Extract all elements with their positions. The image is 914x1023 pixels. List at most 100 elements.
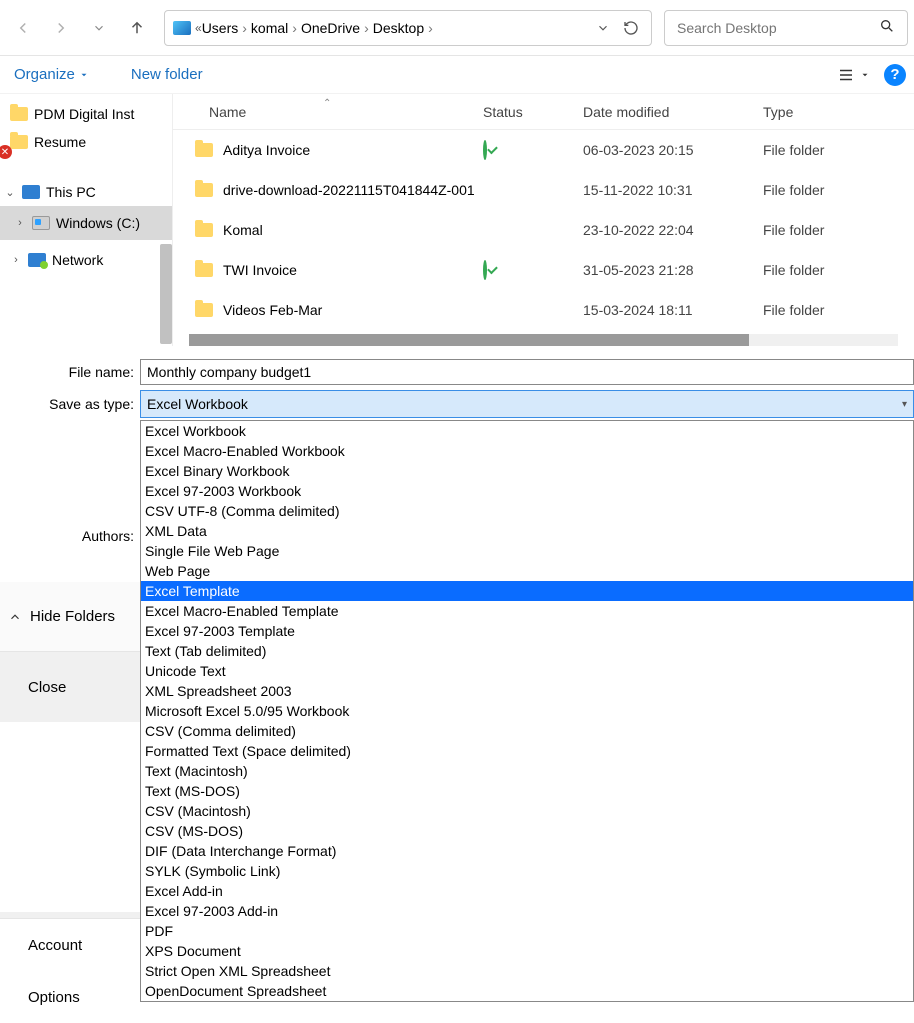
close-button[interactable]: Close	[0, 652, 140, 722]
column-header-status[interactable]: Status	[483, 104, 583, 120]
chevron-right-icon[interactable]: ›	[428, 20, 433, 36]
tree-scrollbar[interactable]	[160, 244, 172, 344]
combo-value: Excel Workbook	[147, 396, 248, 412]
horizontal-scrollbar[interactable]	[189, 334, 898, 346]
bottom-panel: Authors: Hide Folders Close Account Opti…	[0, 518, 140, 1023]
type-option[interactable]: Excel 97-2003 Add-in	[141, 901, 913, 921]
type-option[interactable]: XPS Document	[141, 941, 913, 961]
tree-item-windows-c[interactable]: › Windows (C:)	[0, 206, 172, 240]
file-row[interactable]: Komal23-10-2022 22:04File folder	[173, 210, 914, 250]
desktop-icon	[173, 21, 191, 35]
type-option[interactable]: Single File Web Page	[141, 541, 913, 561]
options-button[interactable]: Options	[0, 971, 140, 1023]
folder-icon	[10, 135, 28, 149]
type-option[interactable]: OpenDocument Spreadsheet	[141, 981, 913, 1001]
type-option[interactable]: Unicode Text	[141, 661, 913, 681]
chevron-right-icon[interactable]: ›	[242, 20, 247, 36]
file-name: Komal	[223, 222, 263, 238]
breadcrumb-item[interactable]: Users	[202, 20, 239, 36]
main-pane: PDM Digital Inst ✕ Resume ⌄ This PC › Wi…	[0, 94, 914, 346]
folder-icon	[195, 143, 213, 157]
tree-item-network[interactable]: › Network	[0, 246, 172, 274]
breadcrumb-item[interactable]: Desktop	[373, 20, 424, 36]
chevron-right-icon[interactable]: ›	[364, 20, 369, 36]
type-option[interactable]: CSV (MS-DOS)	[141, 821, 913, 841]
tree-item-label: Resume	[34, 134, 86, 150]
type-option[interactable]: XML Spreadsheet 2003	[141, 681, 913, 701]
new-folder-button[interactable]: New folder	[125, 62, 209, 87]
file-row[interactable]: TWI Invoice31-05-2023 21:28File folder	[173, 250, 914, 290]
type-option[interactable]: SYLK (Symbolic Link)	[141, 861, 913, 881]
type-option[interactable]: Excel 97-2003 Template	[141, 621, 913, 641]
folder-icon	[195, 263, 213, 277]
file-name-input[interactable]	[140, 359, 914, 385]
view-options-button[interactable]	[832, 61, 860, 89]
type-option[interactable]: CSV (Macintosh)	[141, 801, 913, 821]
file-type: File folder	[763, 302, 914, 318]
breadcrumb-item[interactable]: komal	[251, 20, 288, 36]
file-type: File folder	[763, 142, 914, 158]
type-option[interactable]: Formatted Text (Space delimited)	[141, 741, 913, 761]
tree-item-label: This PC	[46, 184, 96, 200]
authors-label: Authors:	[82, 528, 134, 544]
chevron-right-icon[interactable]: ›	[10, 254, 22, 266]
refresh-button[interactable]	[619, 16, 643, 40]
save-as-type-combo[interactable]: Excel Workbook ▾	[140, 390, 914, 418]
recent-locations-button[interactable]	[82, 11, 116, 45]
up-button[interactable]	[120, 11, 154, 45]
type-option[interactable]: Excel Add-in	[141, 881, 913, 901]
folder-icon	[195, 183, 213, 197]
type-option[interactable]: Strict Open XML Spreadsheet	[141, 961, 913, 981]
chevron-down-icon[interactable]	[860, 70, 870, 80]
save-as-type-dropdown[interactable]: Excel WorkbookExcel Macro-Enabled Workbo…	[140, 420, 914, 1002]
column-headers: ⌃ Name Status Date modified Type	[173, 94, 914, 130]
search-box[interactable]	[664, 10, 908, 46]
organize-button[interactable]: Organize	[8, 62, 95, 87]
address-dropdown-icon[interactable]	[591, 16, 615, 40]
help-button[interactable]: ?	[884, 64, 906, 86]
breadcrumb-item[interactable]: OneDrive	[301, 20, 360, 36]
tree-item[interactable]: PDM Digital Inst	[0, 100, 172, 128]
type-option[interactable]: DIF (Data Interchange Format)	[141, 841, 913, 861]
type-option[interactable]: Text (MS-DOS)	[141, 781, 913, 801]
column-header-type[interactable]: Type	[763, 104, 914, 120]
file-row[interactable]: Aditya Invoice06-03-2023 20:15File folde…	[173, 130, 914, 170]
search-icon[interactable]	[877, 18, 897, 37]
column-header-date[interactable]: Date modified	[583, 104, 763, 120]
chevron-up-icon	[8, 610, 22, 624]
forward-button[interactable]	[44, 11, 78, 45]
chevron-right-icon[interactable]: ›	[14, 217, 26, 229]
back-button[interactable]	[6, 11, 40, 45]
file-row[interactable]: Videos Feb-Mar15-03-2024 18:11File folde…	[173, 290, 914, 330]
type-option[interactable]: Excel Macro-Enabled Workbook	[141, 441, 913, 461]
account-button[interactable]: Account	[0, 919, 140, 971]
type-option[interactable]: Excel Template	[141, 581, 913, 601]
column-header-name[interactable]: ⌃ Name	[173, 104, 483, 120]
tree-item-this-pc[interactable]: ⌄ This PC	[0, 178, 172, 206]
type-option[interactable]: Excel Macro-Enabled Template	[141, 601, 913, 621]
type-option[interactable]: CSV UTF-8 (Comma delimited)	[141, 501, 913, 521]
hide-folders-button[interactable]: Hide Folders	[0, 582, 140, 652]
tree-item[interactable]: ✕ Resume	[0, 128, 172, 156]
search-input[interactable]	[675, 19, 877, 37]
command-bar: Organize New folder ?	[0, 56, 914, 94]
file-date: 15-03-2024 18:11	[583, 302, 763, 318]
type-option[interactable]: Web Page	[141, 561, 913, 581]
type-option[interactable]: Text (Tab delimited)	[141, 641, 913, 661]
type-option[interactable]: Text (Macintosh)	[141, 761, 913, 781]
type-option[interactable]: PDF	[141, 921, 913, 941]
folder-icon	[195, 303, 213, 317]
file-row[interactable]: drive-download-20221115T041844Z-00115-11…	[173, 170, 914, 210]
type-option[interactable]: Excel Workbook	[141, 421, 913, 441]
scrollbar-thumb[interactable]	[189, 334, 749, 346]
type-option[interactable]: Excel Binary Workbook	[141, 461, 913, 481]
type-option[interactable]: CSV (Comma delimited)	[141, 721, 913, 741]
type-option[interactable]: Microsoft Excel 5.0/95 Workbook	[141, 701, 913, 721]
chevron-right-icon[interactable]: ›	[292, 20, 297, 36]
chevron-down-icon[interactable]: ⌄	[4, 186, 16, 199]
address-bar[interactable]: « Users › komal › OneDrive › Desktop ›	[164, 10, 652, 46]
type-option[interactable]: XML Data	[141, 521, 913, 541]
type-option[interactable]: Excel 97-2003 Workbook	[141, 481, 913, 501]
breadcrumb-overflow-icon[interactable]: «	[195, 21, 198, 35]
drive-icon	[32, 216, 50, 230]
